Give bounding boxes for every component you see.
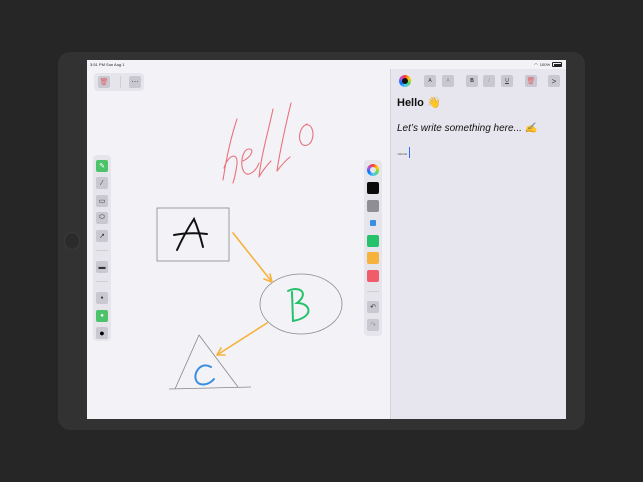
next-button[interactable]: >: [548, 75, 560, 87]
battery-percent: 100%: [539, 62, 550, 67]
ellipse-icon: ⬭: [99, 214, 105, 221]
trash-icon: 🗑: [526, 78, 536, 85]
underline-button[interactable]: U: [501, 75, 513, 87]
undo-icon: ↶: [370, 304, 376, 311]
rectangle-tool[interactable]: ▭: [96, 195, 108, 207]
app-screen: 3:51 PM Sun Aug 1 ◠ 100% 🗑 ⋯ ✎ ⁄ ▭ ⬭ ↗ ▬…: [87, 60, 566, 419]
color-swatch-orange[interactable]: [367, 252, 379, 264]
text-cursor: [408, 147, 410, 158]
medium-brush[interactable]: ●: [96, 310, 108, 322]
color-swatch-black[interactable]: [367, 182, 379, 194]
rectangle-icon: ▭: [98, 198, 106, 205]
note-editing-line[interactable]: ........: [397, 147, 410, 158]
large-brush[interactable]: ●: [96, 327, 108, 339]
small-dot-icon: ●: [100, 295, 104, 301]
drawing-canvas[interactable]: 🗑 ⋯ hello A: [87, 69, 390, 419]
medium-dot-icon: ●: [100, 313, 104, 319]
node-a-box[interactable]: [156, 207, 230, 262]
format-toolbar: A A B I U 🗑 >: [391, 73, 566, 89]
hello-handwriting[interactable]: [222, 102, 314, 184]
undo-button[interactable]: ↶: [367, 301, 379, 313]
bold-button[interactable]: B: [466, 75, 478, 87]
drawing-layer: hello A B C: [156, 102, 343, 390]
small-brush[interactable]: ●: [96, 292, 108, 304]
pen-tool[interactable]: ✎: [96, 160, 108, 172]
pen-icon: ✎: [99, 163, 105, 170]
large-dot-icon: ●: [99, 328, 105, 338]
line-icon: ⁄: [101, 179, 103, 187]
chevron-right-icon: >: [551, 76, 557, 86]
notes-panel: A A B I U 🗑 > Hello 👋 Let’s write someth…: [390, 69, 566, 419]
node-c-letter[interactable]: [194, 364, 215, 386]
text-color-icon[interactable]: [399, 75, 411, 87]
color-swatch-red[interactable]: [367, 270, 379, 282]
redo-icon: ↷: [370, 322, 376, 329]
font-smaller-button[interactable]: A: [424, 75, 436, 87]
eraser-tool[interactable]: ▬: [96, 261, 108, 273]
wifi-icon: ◠: [534, 62, 538, 67]
note-title[interactable]: Hello 👋: [397, 96, 441, 109]
note-text-line[interactable]: Let’s write something here... ✍️: [397, 123, 537, 134]
color-swatch-green[interactable]: [367, 235, 379, 247]
color-wheel-icon[interactable]: [367, 164, 379, 176]
eraser-icon: ▬: [98, 263, 106, 271]
status-time: 3:51 PM: [90, 62, 105, 67]
node-a-letter[interactable]: [173, 216, 208, 251]
tool-palette: ✎ ⁄ ▭ ⬭ ↗ ▬ ● ● ●: [93, 155, 111, 341]
status-date: Sun Aug 1: [106, 62, 125, 67]
node-c-triangle[interactable]: [168, 334, 252, 390]
tool-divider: [96, 281, 108, 282]
palette-divider: [367, 291, 379, 292]
node-b-letter[interactable]: [287, 288, 310, 322]
battery-icon: [552, 62, 562, 67]
redo-button[interactable]: ↷: [367, 319, 379, 331]
arrow-a-to-b[interactable]: [232, 232, 273, 283]
font-larger-button[interactable]: A: [442, 75, 454, 87]
status-bar: 3:51 PM Sun Aug 1 ◠ 100%: [87, 60, 566, 69]
line-tool[interactable]: ⁄: [96, 177, 108, 189]
color-swatch-blue[interactable]: [367, 217, 379, 229]
arrow-icon: ↗: [99, 233, 105, 240]
ellipse-tool[interactable]: ⬭: [96, 212, 108, 224]
arrow-b-to-c[interactable]: [216, 322, 268, 356]
delete-note-button[interactable]: 🗑: [525, 75, 537, 87]
tool-divider: [96, 250, 108, 251]
color-palette: ↶ ↷: [364, 160, 382, 336]
home-button[interactable]: [64, 232, 80, 250]
color-swatch-gray[interactable]: [367, 200, 379, 212]
italic-button[interactable]: I: [483, 75, 495, 87]
arrow-tool[interactable]: ↗: [96, 230, 108, 242]
